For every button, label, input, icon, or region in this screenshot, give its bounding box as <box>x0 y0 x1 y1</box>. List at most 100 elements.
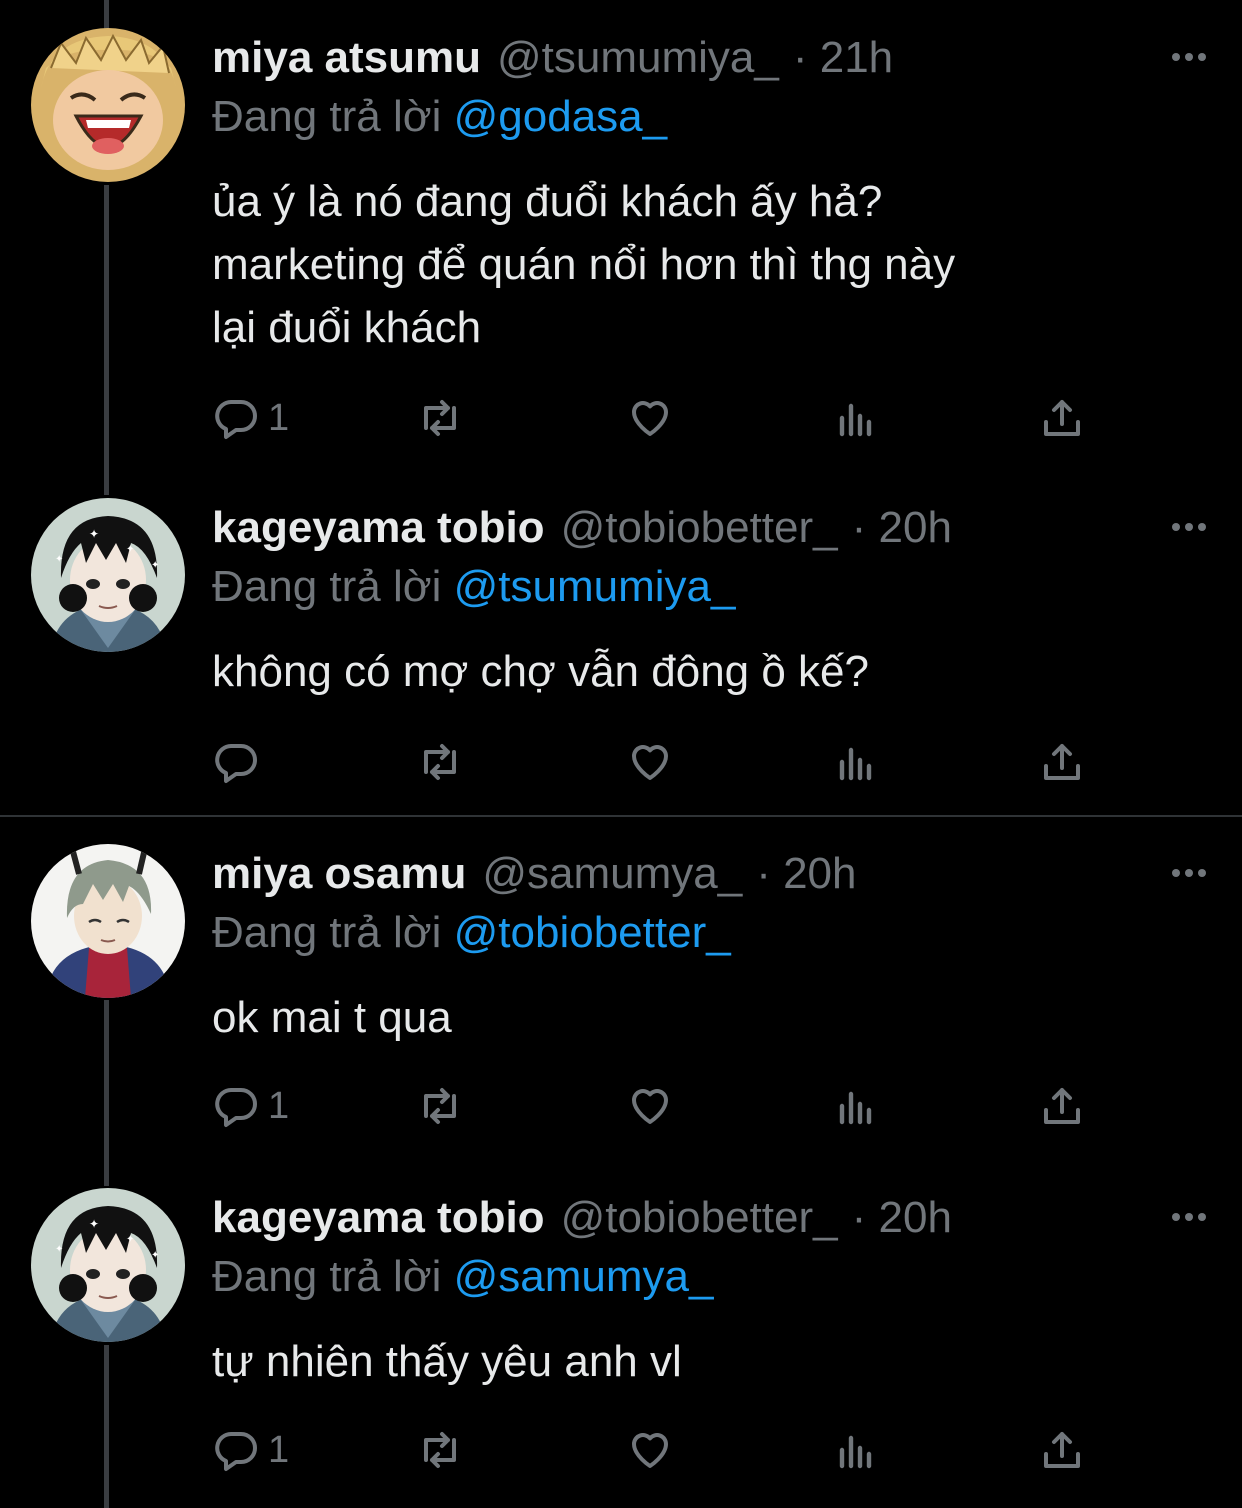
more-options-button[interactable] <box>1172 42 1212 72</box>
retweet-icon <box>424 744 456 780</box>
retweet-button[interactable] <box>416 1082 464 1130</box>
tweet-text-line: lại đuổi khách <box>212 303 482 352</box>
more-options-button[interactable] <box>1172 1202 1212 1232</box>
tweet-text-line: ủa ý là nó đang đuổi khách ấy hả? <box>212 177 883 226</box>
display-name[interactable]: miya atsumu <box>212 33 481 83</box>
analytics-icon <box>839 403 872 437</box>
share-icon <box>1044 744 1080 780</box>
analytics-button[interactable] <box>832 394 880 442</box>
reply-handle-link[interactable]: @tobiobetter_ <box>454 908 731 957</box>
handle[interactable]: @tsumumiya_ <box>497 33 779 83</box>
timestamp[interactable]: · 20h <box>852 1193 952 1243</box>
share-button[interactable] <box>1038 1426 1086 1474</box>
reply-icon <box>215 1088 257 1127</box>
analytics-button[interactable] <box>832 1082 880 1130</box>
grey-hair-red-jacket-avatar-icon <box>31 844 185 998</box>
like-button[interactable] <box>626 394 674 442</box>
retweet-button[interactable] <box>416 394 464 442</box>
reply-count: 1 <box>268 1428 290 1471</box>
avatar[interactable]: ✦ ✦ ✦ ✦ <box>31 1188 185 1342</box>
retweet-icon <box>424 400 456 436</box>
tweet-text-line: tự nhiên thấy yêu anh vl <box>212 1337 682 1386</box>
replying-to: Đang trả lời @godasa_ <box>212 92 667 142</box>
share-button[interactable] <box>1038 394 1086 442</box>
like-button[interactable] <box>626 738 674 786</box>
reply-button[interactable]: 1 <box>212 394 289 442</box>
handle[interactable]: @tobiobetter_ <box>561 503 838 553</box>
reply-button[interactable]: 1 <box>212 1082 289 1130</box>
heart-icon <box>632 1089 668 1124</box>
svg-text:✦: ✦ <box>151 1250 159 1261</box>
heart-icon <box>632 1433 668 1468</box>
dark-hair-scarf-avatar-icon: ✦ ✦ ✦ ✦ <box>31 498 185 652</box>
display-name[interactable]: kageyama tobio <box>212 1193 545 1243</box>
reply-icon <box>215 400 257 439</box>
action-bar: 1 <box>212 1082 1092 1142</box>
share-icon <box>1044 1088 1080 1124</box>
replying-to-label: Đang trả lời <box>212 562 442 611</box>
like-button[interactable] <box>626 1082 674 1130</box>
tweet-text-line: marketing để quán nổi hơn thì thg này <box>212 240 956 289</box>
like-button[interactable] <box>626 1426 674 1474</box>
heart-icon <box>632 745 668 780</box>
reply-button[interactable]: 1 <box>212 1426 289 1474</box>
timestamp[interactable]: · 20h <box>756 849 856 899</box>
timestamp[interactable]: · 20h <box>852 503 952 553</box>
conversation-separator <box>0 815 1242 817</box>
laughing-blond-avatar-icon <box>31 28 185 182</box>
reply-icon <box>215 1432 257 1471</box>
reply-button[interactable] <box>212 738 268 786</box>
reply-handle-link[interactable]: @godasa_ <box>454 92 668 141</box>
avatar[interactable] <box>31 28 185 182</box>
timestamp[interactable]: · 21h <box>793 33 893 83</box>
tweet[interactable]: miya atsumu @tsumumiya_ · 21h Đang trả l… <box>0 28 1242 468</box>
reply-count: 1 <box>268 396 290 439</box>
replying-to: Đang trả lời @tobiobetter_ <box>212 908 731 958</box>
svg-text:✦: ✦ <box>89 527 99 541</box>
reply-handle-link[interactable]: @tsumumiya_ <box>454 562 736 611</box>
tweet-text: tự nhiên thấy yêu anh vl <box>212 1330 1202 1393</box>
tweet[interactable]: miya osamu @samumya_ · 20h Đang trả lời … <box>0 844 1242 1154</box>
analytics-icon <box>839 747 872 781</box>
avatar[interactable]: ✦ ✦ ✦ ✦ <box>31 498 185 652</box>
tweet-text-line: ok mai t qua <box>212 993 452 1042</box>
thread-line <box>104 0 109 30</box>
heart-icon <box>632 401 668 436</box>
analytics-icon <box>839 1435 872 1469</box>
svg-text:✦: ✦ <box>55 1244 63 1255</box>
svg-text:✦: ✦ <box>89 1217 99 1231</box>
handle[interactable]: @samumya_ <box>482 849 742 899</box>
share-button[interactable] <box>1038 738 1086 786</box>
more-options-button[interactable] <box>1172 512 1212 542</box>
retweet-icon <box>424 1088 456 1124</box>
more-options-button[interactable] <box>1172 858 1212 888</box>
analytics-button[interactable] <box>832 1426 880 1474</box>
avatar[interactable] <box>31 844 185 998</box>
reply-count: 1 <box>268 1084 290 1127</box>
share-icon <box>1044 1432 1080 1468</box>
replying-to: Đang trả lời @samumya_ <box>212 1252 713 1302</box>
share-button[interactable] <box>1038 1082 1086 1130</box>
retweet-button[interactable] <box>416 738 464 786</box>
display-name[interactable]: kageyama tobio <box>212 503 545 553</box>
action-bar: 1 <box>212 1426 1092 1486</box>
tweet-text: không có mợ chợ vẫn đông ồ kế? <box>212 640 1202 703</box>
tweet[interactable]: ✦ ✦ ✦ ✦ kageyama tobio @tobiobetter_ · 2… <box>0 498 1242 808</box>
replying-to-label: Đang trả lời <box>212 92 442 141</box>
display-name[interactable]: miya osamu <box>212 849 466 899</box>
svg-text:✦: ✦ <box>126 1234 134 1245</box>
tweet[interactable]: ✦ ✦ ✦ ✦ kageyama tobio @tobiobetter_ · 2… <box>0 1188 1242 1498</box>
reply-handle-link[interactable]: @samumya_ <box>454 1252 714 1301</box>
svg-text:✦: ✦ <box>151 560 159 571</box>
tweet-text: ok mai t qua <box>212 986 1202 1049</box>
handle[interactable]: @tobiobetter_ <box>561 1193 838 1243</box>
svg-text:✦: ✦ <box>126 544 134 555</box>
retweet-button[interactable] <box>416 1426 464 1474</box>
analytics-button[interactable] <box>832 738 880 786</box>
retweet-icon <box>424 1432 456 1468</box>
dark-hair-scarf-avatar-icon: ✦ ✦ ✦ ✦ <box>31 1188 185 1342</box>
action-bar: 1 <box>212 394 1092 454</box>
action-bar <box>212 738 1092 798</box>
reply-icon <box>215 744 257 783</box>
share-icon <box>1044 400 1080 436</box>
